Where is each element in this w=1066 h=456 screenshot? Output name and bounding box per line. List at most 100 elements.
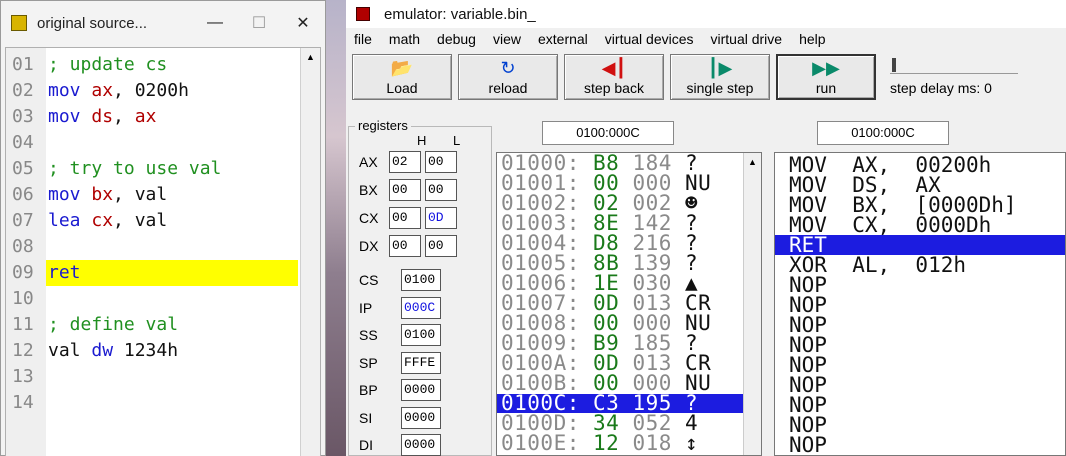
emulator-title-bar[interactable]: emulator: variable.bin_ — [346, 0, 1066, 28]
step-back-button[interactable]: ◀┃ step back — [564, 54, 664, 100]
code-line: 01; update cs — [6, 52, 302, 78]
memory-row[interactable]: 01009: B9 185 ? — [497, 333, 745, 354]
memory-row[interactable]: 01007: 0D 013 CR — [497, 293, 745, 314]
step-delay-slider[interactable] — [890, 58, 1018, 74]
code-text: mov ds, ax — [46, 104, 156, 130]
minimize-button[interactable]: — — [193, 1, 237, 45]
code-token: mov — [48, 80, 92, 101]
register-value-field[interactable]: 0000 — [401, 379, 441, 401]
register-value-field[interactable]: 0000 — [401, 406, 441, 429]
memory-row[interactable]: 01000: B8 184 ? — [497, 153, 745, 174]
menu-item-math[interactable]: math — [389, 31, 420, 47]
memory-row[interactable]: 01005: 8B 139 ? — [497, 253, 745, 274]
code-token: ds — [91, 106, 114, 127]
disassembly-row[interactable]: XOR AL, 012h — [775, 255, 1065, 276]
menu-bar: file math debug view external virtual devices… — [346, 28, 1066, 50]
code-line: 10 — [6, 286, 302, 312]
memory-scroll-up-icon[interactable]: ▲ — [744, 153, 761, 171]
menu-item-view[interactable]: view — [493, 31, 521, 47]
disassembly-row[interactable]: RET — [775, 235, 1065, 256]
maximize-button[interactable]: ☐ — [237, 1, 281, 45]
registers-panel: registers H L AX 02 00 BX 00 00 CX 00 0D DX 00 00 CS… — [348, 118, 492, 456]
menu-item-help[interactable]: help — [799, 31, 825, 47]
reload-button[interactable]: ↻ reload — [458, 54, 558, 100]
line-number: 10 — [6, 286, 46, 312]
disassembly-row[interactable]: NOP — [775, 395, 1065, 416]
source-title-bar[interactable]: original source... — ☐ ✕ — [1, 1, 325, 45]
memory-address-input[interactable]: 0100:000C — [542, 121, 674, 145]
register-row-bx: BX 00 00 — [359, 179, 461, 201]
source-vertical-scrollbar[interactable]: ▲ — [300, 48, 320, 456]
memory-row[interactable]: 0100B: 00 000 NU — [497, 373, 745, 394]
memory-scrollbar[interactable]: ▲ — [743, 153, 761, 455]
disassembly-row[interactable]: NOP — [775, 435, 1065, 456]
disassembly-row[interactable]: NOP — [775, 335, 1065, 356]
memory-row[interactable]: 0100E: 12 018 ↕ — [497, 433, 745, 454]
menu-item-virtual-drive[interactable]: virtual drive — [711, 31, 783, 47]
disassembly-row[interactable]: NOP — [775, 355, 1065, 376]
memory-row[interactable]: 01001: 00 000 NU — [497, 173, 745, 194]
register-high-field[interactable]: 02 — [389, 151, 421, 173]
disassembly-row[interactable]: MOV DS, AX — [775, 175, 1065, 196]
code-token: ax — [134, 106, 157, 127]
desktop-background — [326, 0, 346, 456]
register-high-field[interactable]: 00 — [389, 207, 421, 229]
memory-row[interactable]: 01002: 02 002 ☻ — [497, 193, 745, 214]
menu-item-external[interactable]: external — [538, 31, 588, 47]
emulator-window: emulator: variable.bin_ file math debug vie… — [346, 0, 1066, 456]
register-low-field[interactable]: 00 — [425, 179, 457, 201]
code-line: 02 mov ax, 0200h — [6, 78, 302, 104]
register-low-field[interactable]: 00 — [425, 235, 457, 257]
menu-item-debug[interactable]: debug — [437, 31, 476, 47]
register-value-field[interactable]: FFFE — [401, 351, 441, 374]
code-token: mov — [48, 184, 92, 205]
register-high-field[interactable]: 00 — [389, 235, 421, 257]
folder-open-icon: 📂 — [390, 58, 414, 78]
disassembly-row[interactable]: NOP — [775, 295, 1065, 316]
disassembly-row[interactable]: NOP — [775, 275, 1065, 296]
code-line: 12 val dw 1234h — [6, 338, 302, 364]
single-step-button[interactable]: ┃▶ single step — [670, 54, 770, 100]
disassembly-row[interactable]: MOV BX, [0000Dh] — [775, 195, 1065, 216]
disassembly-row[interactable]: NOP — [775, 415, 1065, 436]
register-low-field[interactable]: 00 — [425, 151, 457, 173]
step-back-label: step back — [584, 80, 644, 96]
code-token: , val — [113, 210, 168, 231]
disassembly-row[interactable]: MOV AX, 00200h — [775, 155, 1065, 176]
register-value-field[interactable]: 0000 — [401, 434, 441, 456]
register-value-field[interactable]: 000C — [401, 296, 441, 319]
low-byte-label: L — [453, 133, 461, 148]
load-button[interactable]: 📂 Load — [352, 54, 452, 100]
memory-row[interactable]: 01006: 1E 030 ▲ — [497, 273, 745, 294]
memory-row[interactable]: 0100C: C3 195 ? — [497, 393, 745, 414]
code-line: 14 — [6, 390, 302, 416]
register-value-field[interactable]: 0100 — [401, 324, 441, 346]
memory-row[interactable]: 0100D: 34 052 4 — [497, 413, 745, 434]
register-name: CX — [359, 210, 379, 226]
code-token: ax — [91, 80, 114, 101]
run-button[interactable]: ▶▶ run — [776, 54, 876, 100]
disassembly-row[interactable]: MOV CX, 0000Dh — [775, 215, 1065, 236]
disassembly-address-input[interactable]: 0100:000C — [817, 121, 949, 145]
disassembly-view[interactable]: MOV AX, 00200h MOV DS, AX MOV BX, [0000Dh]… — [774, 152, 1066, 456]
register-value-field[interactable]: 0100 — [401, 269, 441, 291]
menu-item-virtual-devices[interactable]: virtual devices — [605, 31, 694, 47]
memory-row[interactable]: 01008: 00 000 NU — [497, 313, 745, 334]
memory-row[interactable]: 0100A: 0D 013 CR — [497, 353, 745, 374]
menu-item-file[interactable]: file — [354, 31, 372, 47]
close-button[interactable]: ✕ — [281, 1, 325, 45]
disassembly-row[interactable]: NOP — [775, 375, 1065, 396]
register-low-field[interactable]: 0D — [425, 207, 457, 229]
register-row-cx: CX 00 0D — [359, 207, 461, 229]
disassembly-row[interactable]: NOP — [775, 315, 1065, 336]
memory-row[interactable]: 01004: D8 216 ? — [497, 233, 745, 254]
line-number: 13 — [6, 364, 46, 390]
memory-row[interactable]: 01003: 8E 142 ? — [497, 213, 745, 234]
single-step-label: single step — [686, 80, 754, 96]
source-code-editor[interactable]: ▲ 01; update cs 02 mov ax, 0200h 03 mov ds, … — [5, 47, 321, 456]
app-icon — [11, 15, 27, 31]
memory-view[interactable]: 0100E: 12 018 ↕ 0100D: 34 052 4 0100C: C3 … — [496, 152, 762, 456]
scroll-up-arrow-icon[interactable]: ▲ — [301, 48, 320, 66]
register-high-field[interactable]: 00 — [389, 179, 421, 201]
slider-thumb[interactable] — [892, 58, 896, 72]
